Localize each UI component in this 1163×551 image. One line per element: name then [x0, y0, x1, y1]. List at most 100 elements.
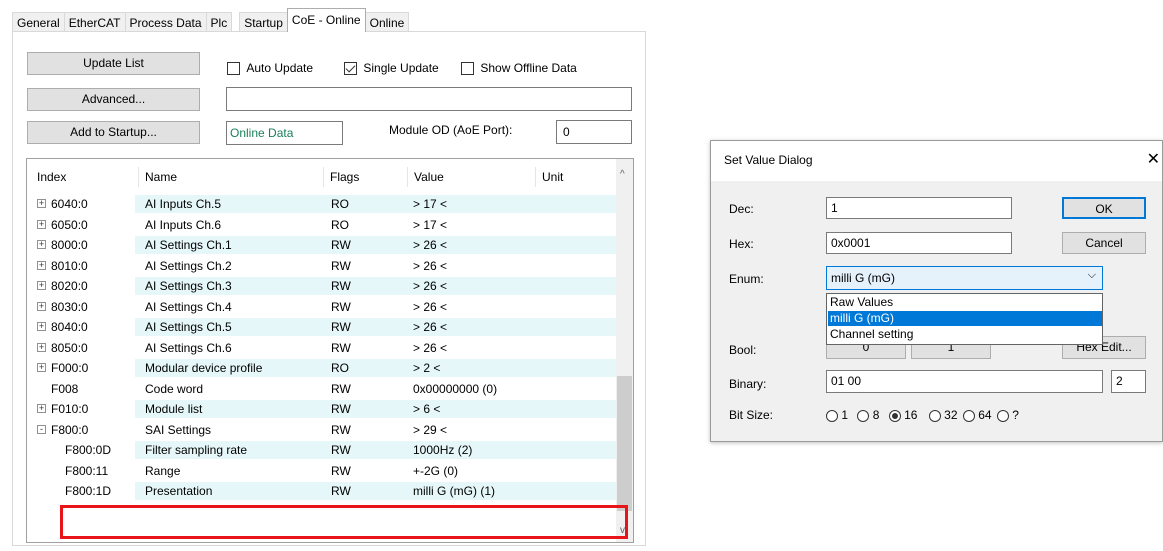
binary-input[interactable]: 01 00: [826, 370, 1103, 393]
description-field[interactable]: [226, 87, 632, 111]
table-row[interactable]: + F000:0 Modular device profile RO > 2 <: [27, 359, 616, 377]
bitsize-radio-8[interactable]: [857, 409, 870, 422]
grid-header: Index Name Flags Value Unit: [27, 159, 616, 195]
table-row[interactable]: +8010:0 AI Settings Ch.2 RW > 26 <: [27, 257, 616, 275]
row-value: > 29 <: [413, 422, 448, 437]
close-icon[interactable]: ✕: [1147, 149, 1160, 169]
bitsize-label-8: 8: [872, 408, 880, 422]
tab-plc[interactable]: Plc: [205, 12, 233, 32]
update-list-button[interactable]: Update List: [27, 52, 200, 75]
bitsize-radio-unknown[interactable]: [996, 409, 1009, 422]
tab-coe-online[interactable]: CoE - Online: [286, 8, 366, 32]
bitsize-radio-16[interactable]: [888, 409, 901, 422]
row-index: F008: [51, 381, 79, 396]
expand-icon[interactable]: +: [37, 240, 46, 249]
row-flags: RW: [331, 238, 351, 252]
enum-option-milli-g[interactable]: milli G (mG): [828, 311, 1102, 326]
expand-icon[interactable]: +: [37, 199, 46, 208]
row-flags: RW: [331, 402, 351, 416]
table-row[interactable]: F800:0D Filter sampling rate RW 1000Hz (2): [27, 441, 616, 459]
enum-option-channel-setting[interactable]: Channel setting: [828, 327, 1102, 342]
show-offline-checkbox[interactable]: [461, 62, 474, 76]
row-index: F800:11: [65, 463, 109, 478]
column-name[interactable]: Name: [139, 167, 324, 187]
hex-input[interactable]: 0x0001: [826, 232, 1012, 254]
scroll-up-icon[interactable]: ^: [620, 169, 625, 180]
table-row[interactable]: +8050:0 AI Settings Ch.6 RW > 26 <: [27, 339, 616, 357]
binary-label: Binary:: [729, 377, 767, 391]
online-data-field: Online Data: [226, 121, 343, 145]
table-row[interactable]: +6050:0 AI Inputs Ch.6 RO > 17 <: [27, 216, 616, 234]
expand-icon[interactable]: +: [37, 219, 46, 229]
row-value: 0x00000000 (0): [413, 381, 498, 396]
table-row[interactable]: F008 Code word RW 0x00000000 (0): [27, 380, 616, 398]
column-index[interactable]: Index: [31, 167, 139, 187]
tab-ethercat[interactable]: EtherCAT: [63, 12, 126, 32]
bitsize-radio-64[interactable]: [962, 409, 975, 422]
row-flags: RW: [331, 484, 351, 498]
row-index: 8040:0: [51, 320, 88, 334]
auto-update-option[interactable]: Auto Update: [227, 60, 313, 76]
expand-icon[interactable]: +: [37, 322, 46, 331]
row-index: F800:0: [51, 422, 89, 437]
binary-size-input[interactable]: 2: [1111, 370, 1146, 393]
row-value: > 26 <: [413, 279, 448, 293]
bitsize-label-unknown: ?: [1012, 408, 1019, 422]
single-update-option[interactable]: Single Update: [344, 60, 439, 76]
show-offline-label: Show Offline Data: [480, 61, 577, 75]
dec-input[interactable]: 1: [826, 197, 1012, 219]
cancel-button[interactable]: Cancel: [1062, 232, 1146, 254]
grid-scrollbar[interactable]: ^ v: [616, 159, 633, 542]
collapse-icon[interactable]: -: [37, 424, 46, 434]
bitsize-label-64: 64: [978, 408, 992, 422]
ok-button[interactable]: OK: [1062, 197, 1146, 219]
column-value[interactable]: Value: [408, 167, 536, 187]
table-row[interactable]: +8020:0 AI Settings Ch.3 RW > 26 <: [27, 277, 616, 295]
single-update-checkbox[interactable]: [344, 62, 357, 76]
bitsize-label-16: 16: [904, 408, 918, 422]
row-flags: RW: [331, 463, 351, 478]
table-row[interactable]: + F010:0 Module list RW > 6 <: [27, 400, 616, 418]
advanced-button[interactable]: Advanced...: [27, 88, 200, 111]
column-unit[interactable]: Unit: [536, 167, 606, 187]
tab-general[interactable]: General: [12, 12, 65, 32]
row-value: > 26 <: [413, 299, 448, 314]
table-row[interactable]: +6040:0 AI Inputs Ch.5 RO > 17 <: [27, 195, 616, 213]
show-offline-option[interactable]: Show Offline Data: [461, 60, 577, 76]
table-row[interactable]: +8030:0 AI Settings Ch.4 RW > 26 <: [27, 298, 616, 316]
auto-update-checkbox[interactable]: [227, 62, 240, 76]
enum-select[interactable]: milli G (mG) ⌵: [826, 266, 1103, 290]
expand-icon[interactable]: +: [37, 342, 46, 352]
row-value: > 6 <: [413, 402, 441, 416]
expand-icon[interactable]: +: [37, 281, 46, 290]
scroll-thumb[interactable]: [617, 376, 632, 511]
bitsize-label: Bit Size:: [729, 408, 774, 422]
table-row[interactable]: - F800:0 SAI Settings RW > 29 <: [27, 421, 616, 439]
table-row[interactable]: +8000:0 AI Settings Ch.1 RW > 26 <: [27, 236, 616, 254]
column-flags[interactable]: Flags: [324, 167, 408, 187]
highlight-box: [60, 505, 628, 539]
tab-process-data[interactable]: Process Data: [124, 12, 207, 32]
single-update-label: Single Update: [363, 61, 439, 75]
bitsize-radio-1[interactable]: [826, 409, 838, 422]
row-name: Range: [145, 463, 181, 478]
row-flags: RW: [331, 320, 351, 334]
table-row[interactable]: F800:1D Presentation RW milli G (mG) (1): [27, 482, 616, 500]
expand-icon[interactable]: +: [37, 404, 46, 413]
table-row[interactable]: +8040:0 AI Settings Ch.5 RW > 26 <: [27, 318, 616, 336]
expand-icon[interactable]: +: [37, 301, 46, 311]
expand-icon[interactable]: +: [37, 260, 46, 270]
enum-selected-value: milli G (mG): [831, 271, 895, 285]
module-od-label: Module OD (AoE Port):: [389, 123, 513, 137]
row-flags: RW: [331, 340, 351, 355]
row-flags: RW: [331, 279, 351, 293]
bitsize-radio-32[interactable]: [928, 409, 941, 422]
module-od-input[interactable]: 0: [556, 120, 632, 144]
expand-icon[interactable]: +: [37, 363, 46, 372]
bool-label: Bool:: [729, 343, 757, 357]
tab-startup[interactable]: Startup: [239, 12, 288, 32]
add-to-startup-button[interactable]: Add to Startup...: [27, 121, 200, 144]
tab-online[interactable]: Online: [364, 12, 410, 32]
table-row[interactable]: F800:11 Range RW +-2G (0): [27, 462, 616, 480]
enum-option-raw-values[interactable]: Raw Values: [828, 295, 1102, 310]
